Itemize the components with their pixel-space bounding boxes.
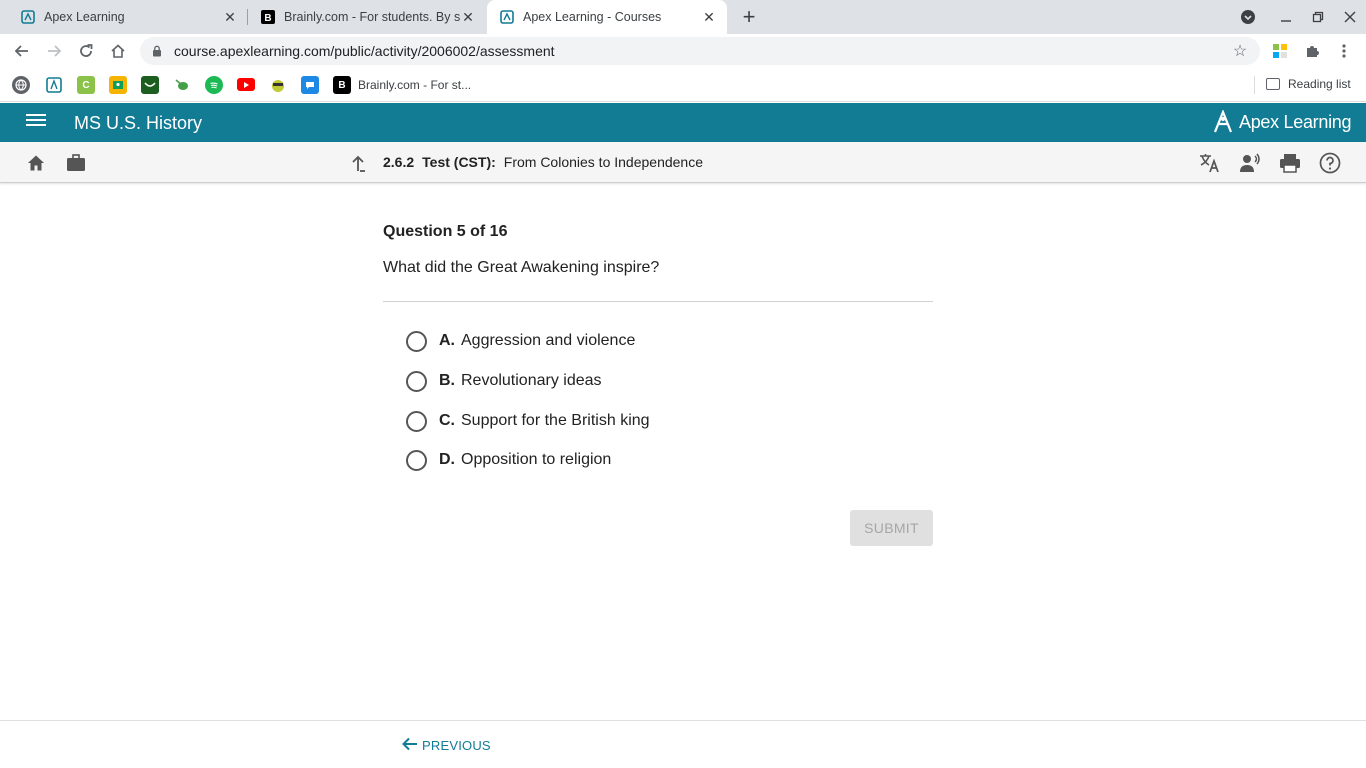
tab-close-icon[interactable]: ✕ <box>460 9 476 25</box>
forward-arrow-icon[interactable] <box>41 38 67 64</box>
activity-title: From Colonies to Independence <box>503 154 703 170</box>
question-counter: Question 5 of 16 <box>383 223 508 240</box>
url-text: course.apexlearning.com/public/activity/… <box>174 43 555 59</box>
apex-logo-text: Apex Learning <box>1239 111 1352 132</box>
choice-letter: A. <box>439 332 455 349</box>
svg-text:B: B <box>264 13 271 24</box>
up-arrow-icon[interactable] <box>347 152 369 174</box>
extensions-puzzle-icon[interactable] <box>1303 42 1321 60</box>
choice-letter: B. <box>439 372 455 389</box>
choice-text: Revolutionary ideas <box>461 372 602 389</box>
course-title: MS U.S. History <box>74 113 203 133</box>
answer-choice-b[interactable]: B. Revolutionary ideas <box>406 369 602 393</box>
help-icon[interactable] <box>1319 152 1341 174</box>
c-green-bookmark-icon[interactable]: C <box>77 76 95 94</box>
previous-button[interactable]: PREVIOUS <box>402 736 491 754</box>
tab-title: Brainly.com - For students. By st <box>284 10 460 24</box>
reading-list-separator <box>1254 76 1255 94</box>
question-prompt: What did the Great Awakening inspire? <box>383 259 660 276</box>
text-to-speech-icon[interactable] <box>1239 152 1261 174</box>
question-divider <box>383 301 933 302</box>
window-close-icon[interactable] <box>1334 0 1366 34</box>
bookmarks-bar: C B Brainly.com - For st... Reading list <box>0 68 1366 102</box>
globe-bookmark-icon[interactable] <box>12 76 30 94</box>
leaf-bookmark-icon[interactable] <box>173 76 191 94</box>
submit-button[interactable]: SUBMIT <box>850 510 933 546</box>
tab-close-icon[interactable]: ✕ <box>701 9 717 25</box>
radio-button[interactable] <box>406 449 427 471</box>
tab-title: Apex Learning - Courses <box>523 10 662 24</box>
browser-menu-kebab-icon[interactable] <box>1335 42 1353 60</box>
choice-text: Support for the British king <box>461 412 650 429</box>
app-header: MS U.S. History Apex Learning <box>0 103 1366 142</box>
reading-list-icon <box>1266 78 1280 90</box>
tab-strip: Apex Learning ✕ B Brainly.com - For stud… <box>0 0 1366 34</box>
youtube-bookmark-icon[interactable] <box>237 78 255 91</box>
apex-favicon-icon <box>20 9 36 25</box>
bookmark-star-icon[interactable]: ☆ <box>1230 41 1250 61</box>
new-tab-plus-icon[interactable]: + <box>737 4 761 29</box>
address-bar[interactable]: course.apexlearning.com/public/activity/… <box>140 37 1260 65</box>
activity-kind: Test (CST): <box>422 154 496 170</box>
briefcase-icon[interactable] <box>65 152 87 174</box>
apex-logo: Apex Learning <box>1213 110 1351 134</box>
footer-nav: PREVIOUS <box>0 720 1366 768</box>
choice-text: Aggression and violence <box>461 332 636 349</box>
choice-text: Opposition to religion <box>461 451 612 468</box>
hamburger-menu-icon[interactable] <box>26 114 46 130</box>
tab-close-icon[interactable]: ✕ <box>222 9 238 25</box>
spotify-bookmark-icon[interactable] <box>205 76 223 94</box>
apex-logo-mark-icon <box>1213 110 1233 133</box>
tab-apex-learning[interactable]: Apex Learning ✕ <box>8 0 248 34</box>
character-bookmark-icon[interactable] <box>269 76 287 94</box>
minimize-icon[interactable] <box>1270 0 1302 34</box>
home-icon[interactable] <box>105 38 131 64</box>
translate-icon[interactable] <box>1199 152 1221 174</box>
brainly-bookmark-icon[interactable]: B <box>333 76 351 94</box>
back-arrow-icon[interactable] <box>9 38 35 64</box>
restore-icon[interactable] <box>1302 0 1334 34</box>
choice-letter: C. <box>439 412 455 429</box>
reading-list-label: Reading list <box>1288 77 1351 91</box>
brainly-bookmark-label[interactable]: Brainly.com - For st... <box>358 78 471 92</box>
extension-grid-icon[interactable] <box>1271 42 1289 60</box>
browser-toolbar: course.apexlearning.com/public/activity/… <box>0 34 1366 68</box>
home-icon[interactable] <box>25 152 47 174</box>
answer-choice-c[interactable]: C. Support for the British king <box>406 409 650 433</box>
tab-title: Apex Learning <box>44 10 125 24</box>
classroom-bookmark-icon[interactable] <box>109 76 127 94</box>
print-icon[interactable] <box>1279 152 1301 174</box>
radio-button[interactable] <box>406 370 427 392</box>
chat-bookmark-icon[interactable] <box>301 76 319 94</box>
apex-favicon-icon <box>499 9 515 25</box>
radio-button[interactable] <box>406 410 427 432</box>
radio-button[interactable] <box>406 330 427 352</box>
apex-bookmark-icon[interactable] <box>45 76 63 94</box>
activity-breadcrumb: 2.6.2 Test (CST): From Colonies to Indep… <box>383 154 703 170</box>
answer-choice-a[interactable]: A. Aggression and violence <box>406 329 635 353</box>
choice-letter: D. <box>439 451 455 468</box>
mask-bookmark-icon[interactable] <box>141 76 159 94</box>
tab-apex-courses[interactable]: Apex Learning - Courses ✕ <box>487 0 727 34</box>
brainly-favicon-icon: B <box>260 9 276 25</box>
tab-search-icon[interactable] <box>1232 0 1264 34</box>
left-arrow-icon <box>402 736 418 754</box>
answer-choice-d[interactable]: D. Opposition to religion <box>406 448 611 472</box>
reading-list-button[interactable]: Reading list <box>1266 77 1351 91</box>
previous-label: PREVIOUS <box>422 737 491 753</box>
activity-toolbar: 2.6.2 Test (CST): From Colonies to Indep… <box>0 142 1366 183</box>
tab-brainly[interactable]: B Brainly.com - For students. By st ✕ <box>248 0 486 34</box>
lock-icon <box>152 44 166 58</box>
reload-icon[interactable] <box>73 38 99 64</box>
activity-number: 2.6.2 <box>383 154 415 170</box>
